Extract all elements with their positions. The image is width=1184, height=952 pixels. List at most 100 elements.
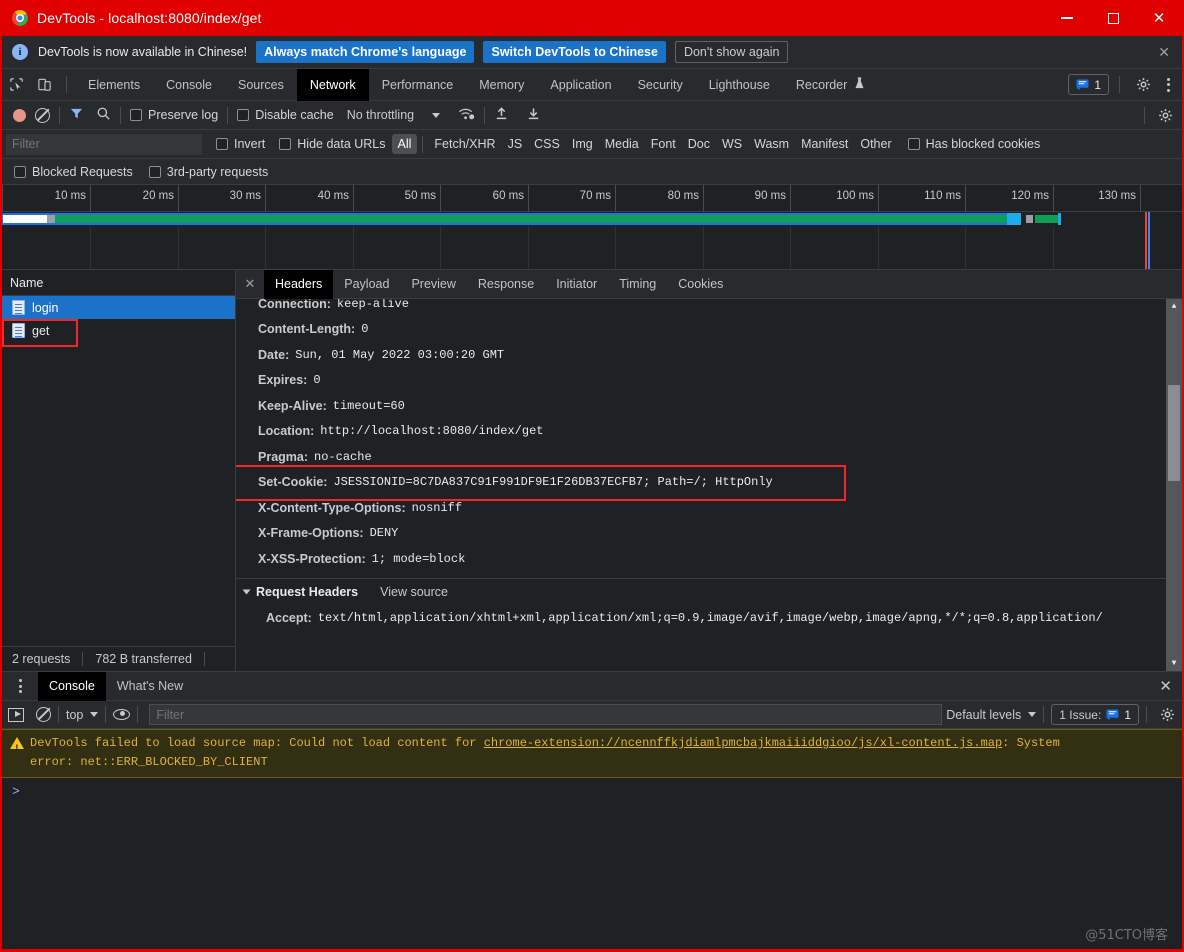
toolbar-divider	[58, 706, 59, 723]
filter-type-font[interactable]: Font	[645, 134, 682, 154]
record-button-icon[interactable]	[13, 108, 26, 122]
tab-application[interactable]: Application	[537, 69, 624, 101]
device-toolbar-icon[interactable]	[30, 71, 58, 99]
detail-tab-payload[interactable]: Payload	[333, 270, 400, 299]
issues-counter-chip[interactable]: 1	[1068, 74, 1109, 95]
tab-console[interactable]: Console	[153, 69, 225, 101]
import-har-icon[interactable]	[494, 106, 509, 124]
filter-type-other[interactable]: Other	[854, 134, 897, 154]
drawer-tab-whats-new[interactable]: What's New	[106, 672, 194, 701]
header-value: 1; mode=block	[371, 551, 466, 566]
detail-tab-timing[interactable]: Timing	[608, 270, 667, 299]
detail-tab-headers[interactable]: Headers	[264, 269, 334, 299]
console-filter-input[interactable]	[149, 704, 943, 725]
search-icon[interactable]	[96, 106, 111, 124]
filter-type-manifest[interactable]: Manifest	[795, 134, 854, 154]
gear-icon[interactable]	[1154, 702, 1180, 728]
header-name: Date:	[258, 347, 290, 362]
maximize-button[interactable]	[1090, 0, 1136, 36]
clear-icon[interactable]	[35, 107, 50, 123]
infobar-close-icon[interactable]: ✕	[1158, 44, 1170, 61]
chevron-down-icon[interactable]	[1028, 712, 1037, 717]
filter-type-all[interactable]: All	[391, 134, 418, 154]
issues-count: 1	[1094, 77, 1101, 92]
scrollbar-thumb[interactable]	[1168, 385, 1180, 481]
tab-performance[interactable]: Performance	[369, 69, 467, 101]
filter-type-wasm[interactable]: Wasm	[748, 134, 795, 154]
kebab-menu-icon[interactable]	[1158, 77, 1178, 92]
context-selector[interactable]: top	[66, 708, 83, 722]
network-settings-gear-icon[interactable]	[1152, 102, 1178, 128]
disable-cache-checkbox[interactable]: Disable cache	[237, 108, 334, 122]
filter-input[interactable]	[6, 133, 202, 155]
execution-context-icon[interactable]	[8, 707, 24, 722]
header-name: Connection:	[258, 299, 331, 311]
tab-recorder[interactable]: Recorder	[783, 69, 878, 101]
export-har-icon[interactable]	[526, 106, 541, 124]
live-expression-eye-icon[interactable]	[113, 709, 131, 720]
chevron-down-icon[interactable]	[432, 112, 441, 118]
drawer-tab-console[interactable]: Console	[38, 671, 106, 701]
switch-to-chinese-button[interactable]: Switch DevTools to Chinese	[483, 41, 666, 63]
scroll-up-arrow-icon[interactable]: ▲	[1166, 299, 1182, 314]
detail-tab-bar: ✕ Headers Payload Preview Response Initi…	[236, 269, 1182, 299]
close-button[interactable]: ✕	[1136, 0, 1182, 36]
headers-scrollbar[interactable]: ▲ ▼	[1166, 299, 1182, 671]
filter-type-css[interactable]: CSS	[528, 134, 566, 154]
invert-checkbox[interactable]: Invert	[216, 137, 265, 151]
clear-console-icon[interactable]	[36, 707, 51, 722]
header-name: X-XSS-Protection:	[258, 551, 366, 566]
section-label: Request Headers	[256, 585, 359, 599]
has-blocked-cookies-checkbox[interactable]: Has blocked cookies	[907, 137, 1041, 151]
console-output-area[interactable]: @51CTO博客	[2, 804, 1182, 949]
throttling-select[interactable]: No throttling	[347, 108, 414, 122]
detail-tab-cookies[interactable]: Cookies	[667, 270, 734, 299]
detail-tab-preview[interactable]: Preview	[400, 270, 466, 299]
checkbox-box	[907, 138, 920, 150]
has-blocked-cookies-label: Has blocked cookies	[925, 137, 1041, 151]
hide-data-urls-checkbox[interactable]: Hide data URLs	[279, 137, 386, 151]
request-row-get[interactable]: get	[2, 319, 235, 342]
detail-close-icon[interactable]: ✕	[236, 270, 264, 299]
tab-lighthouse[interactable]: Lighthouse	[696, 69, 783, 101]
drawer-close-icon[interactable]: ✕	[1159, 677, 1172, 695]
funnel-icon[interactable]	[69, 106, 84, 124]
drawer-kebab-menu-icon[interactable]	[10, 679, 30, 693]
tab-security[interactable]: Security	[625, 69, 696, 101]
network-overview-timeline[interactable]: 10 ms 20 ms 30 ms 40 ms 50 ms 60 ms 70 m…	[2, 185, 1182, 270]
request-headers-section-title[interactable]: Request Headers View source	[236, 577, 1166, 606]
filter-type-fetch-xhr[interactable]: Fetch/XHR	[428, 134, 501, 154]
console-warning-message[interactable]: DevTools failed to load source map: Coul…	[2, 729, 1182, 778]
chrome-logo-icon	[12, 10, 28, 26]
tab-network[interactable]: Network	[296, 68, 369, 101]
tab-memory[interactable]: Memory	[466, 69, 537, 101]
filter-type-ws[interactable]: WS	[716, 134, 748, 154]
detail-tab-initiator[interactable]: Initiator	[545, 270, 608, 299]
filter-type-doc[interactable]: Doc	[682, 134, 716, 154]
console-prompt[interactable]: >	[2, 778, 1182, 804]
filter-type-media[interactable]: Media	[599, 134, 645, 154]
request-row-login[interactable]: login	[2, 296, 235, 319]
filter-type-img[interactable]: Img	[566, 134, 599, 154]
log-levels-select[interactable]: Default levels	[946, 708, 1021, 722]
console-issues-chip[interactable]: 1 Issue: 1	[1051, 704, 1139, 725]
main-toolbar-right: 1	[1068, 72, 1178, 98]
minimize-button[interactable]	[1044, 0, 1090, 36]
gear-icon[interactable]	[1130, 72, 1156, 98]
scroll-down-arrow-icon[interactable]: ▼	[1166, 656, 1182, 671]
request-list-header[interactable]: Name	[2, 270, 235, 296]
blocked-requests-checkbox[interactable]: Blocked Requests	[14, 165, 133, 179]
dont-show-again-button[interactable]: Don't show again	[674, 41, 789, 63]
view-source-link[interactable]: View source	[380, 585, 448, 599]
tab-elements[interactable]: Elements	[75, 69, 153, 101]
detail-tab-response[interactable]: Response	[467, 270, 545, 299]
chevron-down-icon[interactable]	[90, 712, 99, 717]
inspect-cursor-icon[interactable]	[2, 71, 30, 99]
tab-sources[interactable]: Sources	[225, 69, 297, 101]
always-match-language-button[interactable]: Always match Chrome's language	[256, 41, 475, 63]
source-map-link[interactable]: chrome-extension://ncennffkjdiamlpmcbajk…	[484, 736, 1002, 750]
preserve-log-checkbox[interactable]: Preserve log	[130, 108, 218, 122]
network-conditions-icon[interactable]	[458, 107, 475, 124]
third-party-requests-checkbox[interactable]: 3rd-party requests	[148, 165, 268, 179]
filter-type-js[interactable]: JS	[502, 134, 529, 154]
